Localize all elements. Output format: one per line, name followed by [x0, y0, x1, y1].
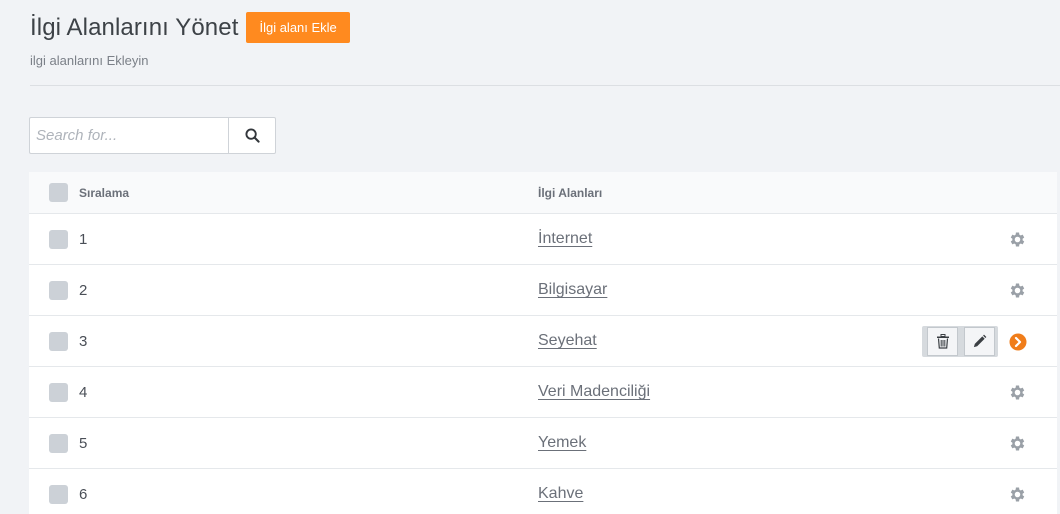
- row-checkbox[interactable]: [49, 280, 68, 300]
- row-order: 4: [79, 383, 88, 401]
- gear-icon[interactable]: [1008, 485, 1027, 504]
- delete-button[interactable]: [927, 327, 958, 356]
- table-row: 6 Kahve: [29, 469, 1057, 514]
- trash-icon: [936, 334, 949, 349]
- page-subtitle: ilgi alanlarını Ekleyin: [30, 53, 149, 68]
- table-row: 2 Bilgisayar: [29, 265, 1057, 316]
- search-icon: [244, 128, 260, 143]
- gear-icon[interactable]: [1008, 230, 1027, 249]
- page-title: İlgi Alanlarını Yönet: [30, 13, 239, 41]
- row-checkbox[interactable]: [49, 382, 68, 402]
- gear-icon[interactable]: [1008, 383, 1027, 402]
- gear-icon[interactable]: [1008, 434, 1027, 453]
- row-order: 1: [79, 230, 88, 248]
- interest-link[interactable]: Yemek: [538, 434, 586, 452]
- pencil-icon: [973, 334, 987, 348]
- header-divider: [30, 85, 1060, 86]
- search-input[interactable]: [29, 117, 228, 154]
- row-checkbox[interactable]: [49, 331, 68, 351]
- interest-link[interactable]: Kahve: [538, 485, 583, 503]
- row-checkbox[interactable]: [49, 484, 68, 504]
- page-header: İlgi Alanlarını Yönet İlgi alanı Ekle: [30, 12, 350, 43]
- table-header: Sıralama İlgi Alanları: [29, 172, 1057, 214]
- gear-icon[interactable]: [1008, 281, 1027, 300]
- column-header-order: Sıralama: [79, 185, 130, 200]
- interest-link[interactable]: İnternet: [538, 230, 592, 248]
- column-header-interests: İlgi Alanları: [538, 185, 603, 200]
- interest-link[interactable]: Bilgisayar: [538, 281, 607, 299]
- row-order: 3: [79, 332, 88, 350]
- interest-link[interactable]: Veri Madenciliği: [538, 383, 650, 401]
- table-row: 4 Veri Madenciliği: [29, 367, 1057, 418]
- add-interest-button[interactable]: İlgi alanı Ekle: [246, 12, 350, 43]
- row-order: 5: [79, 434, 88, 452]
- row-checkbox[interactable]: [49, 433, 68, 453]
- table-row: 1 İnternet: [29, 214, 1057, 265]
- row-order: 6: [79, 485, 88, 503]
- search-button[interactable]: [228, 117, 276, 154]
- interest-link[interactable]: Seyehat: [538, 332, 597, 350]
- select-all-checkbox[interactable]: [49, 183, 68, 202]
- edit-button[interactable]: [964, 327, 995, 356]
- table-row: 5 Yemek: [29, 418, 1057, 469]
- table-row: 3 Seyehat: [29, 316, 1057, 367]
- chevron-right-circle-icon[interactable]: [1009, 333, 1027, 351]
- row-checkbox[interactable]: [49, 229, 68, 249]
- interests-table: Sıralama İlgi Alanları 1 İnternet 2 Bilg…: [29, 172, 1057, 514]
- row-order: 2: [79, 281, 88, 299]
- search-bar: [29, 117, 276, 154]
- row-action-group: [922, 326, 998, 357]
